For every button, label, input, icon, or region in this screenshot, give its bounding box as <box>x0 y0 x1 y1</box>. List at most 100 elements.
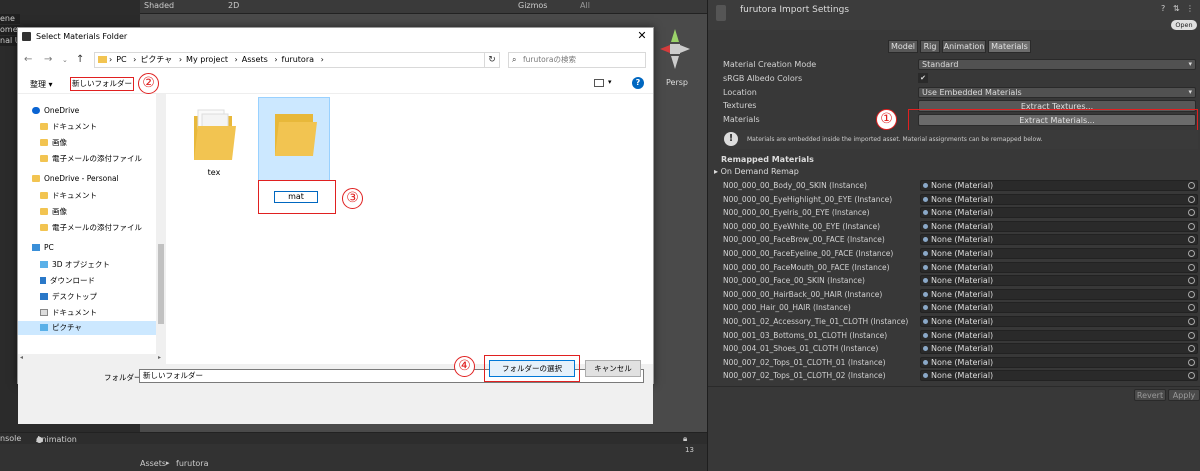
object-picker-icon[interactable] <box>1188 331 1195 339</box>
object-picker-icon[interactable] <box>1188 304 1195 312</box>
scene-gizmo-icon[interactable] <box>650 24 700 74</box>
lock-icon[interactable]: 🔒︎ <box>683 434 687 444</box>
nav-3d-objects[interactable]: 3D オブジェクト <box>40 259 110 270</box>
object-picker-icon[interactable] <box>1188 372 1195 380</box>
folder-mat[interactable] <box>258 97 330 181</box>
object-picker-icon[interactable] <box>1188 222 1195 230</box>
scene-search-input[interactable]: All <box>580 1 590 10</box>
object-picker-icon[interactable] <box>1188 195 1195 203</box>
material-object-field[interactable]: None (Material) <box>920 356 1198 368</box>
breadcrumb-furutora[interactable]: furutora <box>176 459 208 468</box>
nav-desktop[interactable]: デスクトップ <box>40 291 97 302</box>
picture-icon <box>40 324 48 331</box>
nav-email-attachments[interactable]: 電子メールの添付ファイル <box>40 153 142 164</box>
more-icon[interactable]: ⋮ <box>1186 4 1194 13</box>
breadcrumb-assets[interactable]: Assets <box>140 459 166 468</box>
nav-images[interactable]: 画像 <box>40 137 67 148</box>
nav-documents-2[interactable]: ドキュメント <box>40 190 97 201</box>
object-picker-icon[interactable] <box>1188 250 1195 257</box>
forward-arrow-icon[interactable]: → <box>44 54 52 65</box>
tab-animation[interactable]: Animation <box>942 40 986 53</box>
hierarchy-fragment[interactable]: ene <box>0 14 20 24</box>
scroll-left-icon[interactable]: ◂ <box>20 354 23 361</box>
material-object-field[interactable]: None (Material) <box>920 275 1198 287</box>
search-input[interactable]: ⌕ furutoraの検索 <box>508 52 646 68</box>
nav-documents[interactable]: ドキュメント <box>40 121 97 132</box>
back-arrow-icon[interactable]: ← <box>24 54 32 65</box>
object-picker-icon[interactable] <box>1188 263 1195 271</box>
object-picker-icon[interactable] <box>1188 345 1195 353</box>
view-chevron-icon[interactable]: ▾ <box>608 78 612 86</box>
new-folder-button[interactable]: 新しいフォルダー <box>70 77 134 91</box>
material-object-field[interactable]: None (Material) <box>920 316 1198 327</box>
recent-chevron-icon[interactable]: ⌄ <box>62 56 68 64</box>
console-tab[interactable]: nsole <box>0 434 21 443</box>
rename-input[interactable]: mat <box>274 191 318 203</box>
material-object-field[interactable]: None (Material) <box>920 343 1198 355</box>
material-object-field[interactable]: None (Material) <box>920 207 1198 219</box>
material-object-field[interactable]: None (Material) <box>920 302 1198 314</box>
tab-model[interactable]: Model <box>888 40 918 53</box>
folder-content[interactable]: tex mat ③ <box>166 94 653 364</box>
object-picker-icon[interactable] <box>1188 318 1195 325</box>
persp-label[interactable]: Persp <box>666 78 688 87</box>
material-object-field[interactable]: None (Material) <box>920 234 1198 246</box>
path-pc[interactable]: PC <box>116 55 126 64</box>
material-object-field[interactable]: None (Material) <box>920 370 1198 382</box>
nav-downloads[interactable]: ダウンロード <box>40 275 95 286</box>
path-my-project[interactable]: My project <box>186 55 228 64</box>
cancel-button[interactable]: キャンセル <box>585 360 641 377</box>
object-picker-icon[interactable] <box>1188 236 1195 244</box>
material-object-field[interactable]: None (Material) <box>920 248 1198 259</box>
nav-scrollbar[interactable] <box>156 94 166 364</box>
apply-button[interactable]: Apply <box>1168 389 1200 401</box>
object-picker-icon[interactable] <box>1188 290 1195 298</box>
material-creation-mode-dropdown[interactable]: Standard ▾ <box>918 59 1196 70</box>
nav-documents-3[interactable]: ドキュメント <box>40 307 97 318</box>
nav-pictures[interactable]: ピクチャ <box>18 321 156 335</box>
organize-menu[interactable]: 整理 ▾ <box>30 79 53 90</box>
nav-email-attachments-2[interactable]: 電子メールの添付ファイル <box>40 222 142 233</box>
material-object-field[interactable]: None (Material) <box>920 329 1198 341</box>
scrollbar-thumb[interactable] <box>158 244 164 324</box>
location-dropdown[interactable]: Use Embedded Materials ▾ <box>918 87 1196 98</box>
select-folder-button[interactable]: フォルダーの選択 <box>489 360 575 377</box>
help-icon[interactable]: ? <box>632 77 644 89</box>
material-object-field[interactable]: None (Material) <box>920 180 1198 191</box>
folder-tex[interactable]: tex <box>184 100 244 182</box>
nav-onedrive-personal[interactable]: OneDrive - Personal <box>32 174 119 183</box>
object-picker-icon[interactable] <box>1188 209 1195 217</box>
scroll-right-icon[interactable]: ▸ <box>158 354 161 361</box>
cloud-icon <box>32 107 40 114</box>
view-options-icon[interactable] <box>594 79 604 87</box>
material-object-field[interactable]: None (Material) <box>920 288 1198 300</box>
material-object-field[interactable]: None (Material) <box>920 193 1198 205</box>
path-pictures[interactable]: ピクチャ <box>140 55 172 64</box>
material-object-field[interactable]: None (Material) <box>920 220 1198 232</box>
open-button[interactable]: Open <box>1171 20 1197 30</box>
path-assets[interactable]: Assets <box>242 55 268 64</box>
nav-images-2[interactable]: 画像 <box>40 206 67 217</box>
on-demand-remap-foldout[interactable]: ▸ On Demand Remap <box>714 167 799 176</box>
revert-button[interactable]: Revert <box>1134 389 1166 401</box>
refresh-icon[interactable]: ↻ <box>484 52 500 68</box>
srgb-albedo-checkbox[interactable]: ✔ <box>918 73 928 83</box>
tab-rig[interactable]: Rig <box>920 40 940 53</box>
gizmos-dropdown[interactable]: Gizmos <box>518 1 547 10</box>
close-icon[interactable]: ✕ <box>635 29 649 43</box>
horizontal-scrollbar[interactable]: ◂ ▸ <box>18 354 166 364</box>
help-icon[interactable]: ? <box>1161 4 1165 13</box>
up-arrow-icon[interactable]: ↑ <box>76 54 84 65</box>
toggle-2d-button[interactable]: 2D <box>228 1 239 10</box>
object-picker-icon[interactable] <box>1188 277 1195 285</box>
object-picker-icon[interactable] <box>1188 358 1195 366</box>
object-picker-icon[interactable] <box>1188 182 1195 189</box>
settings-icon[interactable]: ⇅ <box>1173 4 1180 13</box>
nav-onedrive[interactable]: OneDrive <box>32 106 79 115</box>
path-breadcrumb[interactable]: › PC › ピクチャ › My project › Assets › furutora … <box>94 52 500 68</box>
tab-materials[interactable]: Materials <box>988 40 1031 53</box>
shading-dropdown[interactable]: Shaded <box>144 1 174 10</box>
nav-pc[interactable]: PC <box>32 243 54 252</box>
path-furutora[interactable]: furutora <box>282 55 314 64</box>
material-object-field[interactable]: None (Material) <box>920 261 1198 273</box>
